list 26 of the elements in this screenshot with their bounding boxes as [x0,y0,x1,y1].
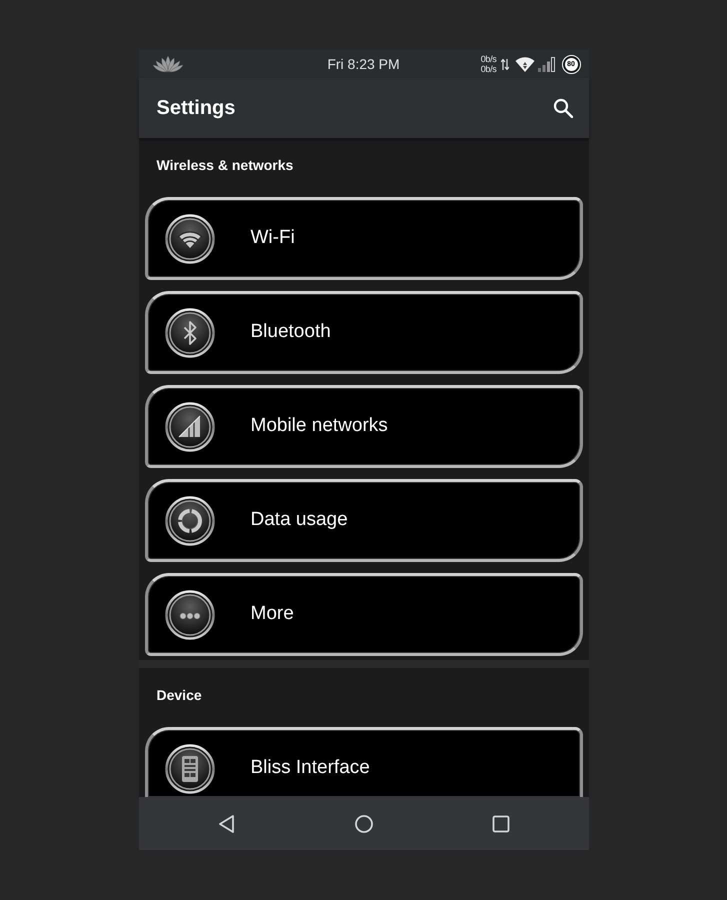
settings-item[interactable]: Data usage [144,479,582,562]
settings-item[interactable]: Bliss Interface [144,727,582,797]
settings-item[interactable]: More [144,573,582,656]
bluetooth-icon [164,308,214,358]
lotus-icon [152,55,182,73]
section-header: Wireless & networks [156,156,294,174]
settings-item[interactable]: Mobile networks [144,385,582,468]
signal-icon [538,56,554,72]
download-rate: 0b/s [480,64,496,74]
home-icon[interactable] [354,814,374,834]
wifi-icon [164,214,214,264]
settings-item[interactable]: Wi-Fi [144,197,582,280]
back-icon[interactable] [216,814,236,834]
signal-icon [164,402,214,452]
clock-time: Fri 8:23 PM [327,54,400,74]
layout-icon [164,744,214,794]
search-icon[interactable] [552,98,572,118]
recents-icon[interactable] [490,814,510,834]
screen-title: Settings [156,96,236,121]
more-icon [164,590,214,640]
section-header: Device [156,686,202,704]
ring-icon [164,496,214,546]
settings-item[interactable]: Bluetooth [144,291,582,374]
wifi-status-icon [514,56,534,72]
data-arrows-icon [500,58,508,70]
upload-rate: 0b/s [480,54,496,64]
